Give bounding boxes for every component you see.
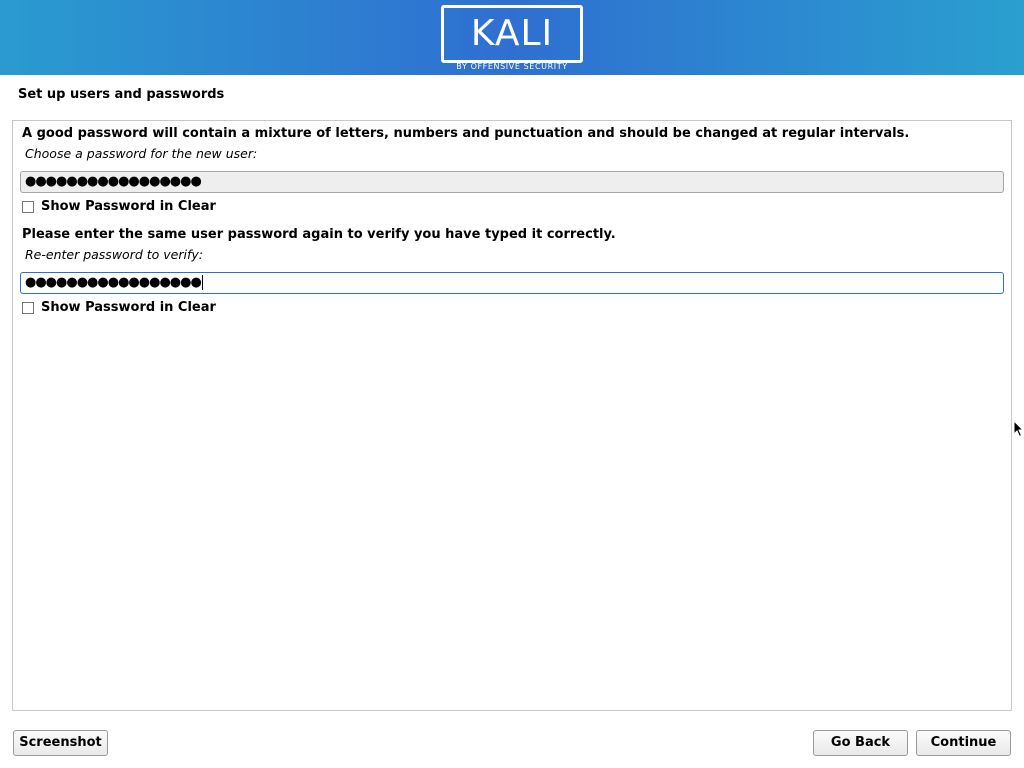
verify-prompt: Re-enter password to verify: bbox=[25, 247, 203, 262]
verify-password-value: ●●●●●●●●●●●●●●●●● bbox=[25, 275, 202, 290]
password-input[interactable]: ●●●●●●●●●●●●●●●●● bbox=[20, 171, 1004, 193]
logo-subtitle: BY OFFENSIVE SECURITY bbox=[456, 62, 568, 71]
header-banner: KALI BY OFFENSIVE SECURITY bbox=[0, 0, 1024, 75]
show-password-checkbox-2[interactable] bbox=[22, 302, 34, 314]
password-prompt: Choose a password for the new user: bbox=[25, 146, 258, 161]
show-password-checkbox-1[interactable] bbox=[22, 201, 34, 213]
text-caret bbox=[201, 275, 203, 290]
show-password-label-1: Show Password in Clear bbox=[41, 199, 216, 214]
go-back-button[interactable]: Go Back bbox=[813, 730, 908, 756]
continue-button[interactable]: Continue bbox=[916, 730, 1011, 756]
verify-password-input[interactable]: ●●●●●●●●●●●●●●●●● bbox=[20, 272, 1004, 294]
password-hint: A good password will contain a mixture o… bbox=[22, 126, 910, 141]
mouse-pointer-icon bbox=[1013, 420, 1024, 438]
screenshot-button[interactable]: Screenshot bbox=[13, 730, 108, 756]
show-password-label-2: Show Password in Clear bbox=[41, 300, 216, 315]
kali-logo: KALI bbox=[441, 5, 583, 63]
page-title: Set up users and passwords bbox=[18, 87, 225, 102]
verify-hint: Please enter the same user password agai… bbox=[22, 227, 616, 242]
logo-text: KALI bbox=[470, 13, 554, 54]
